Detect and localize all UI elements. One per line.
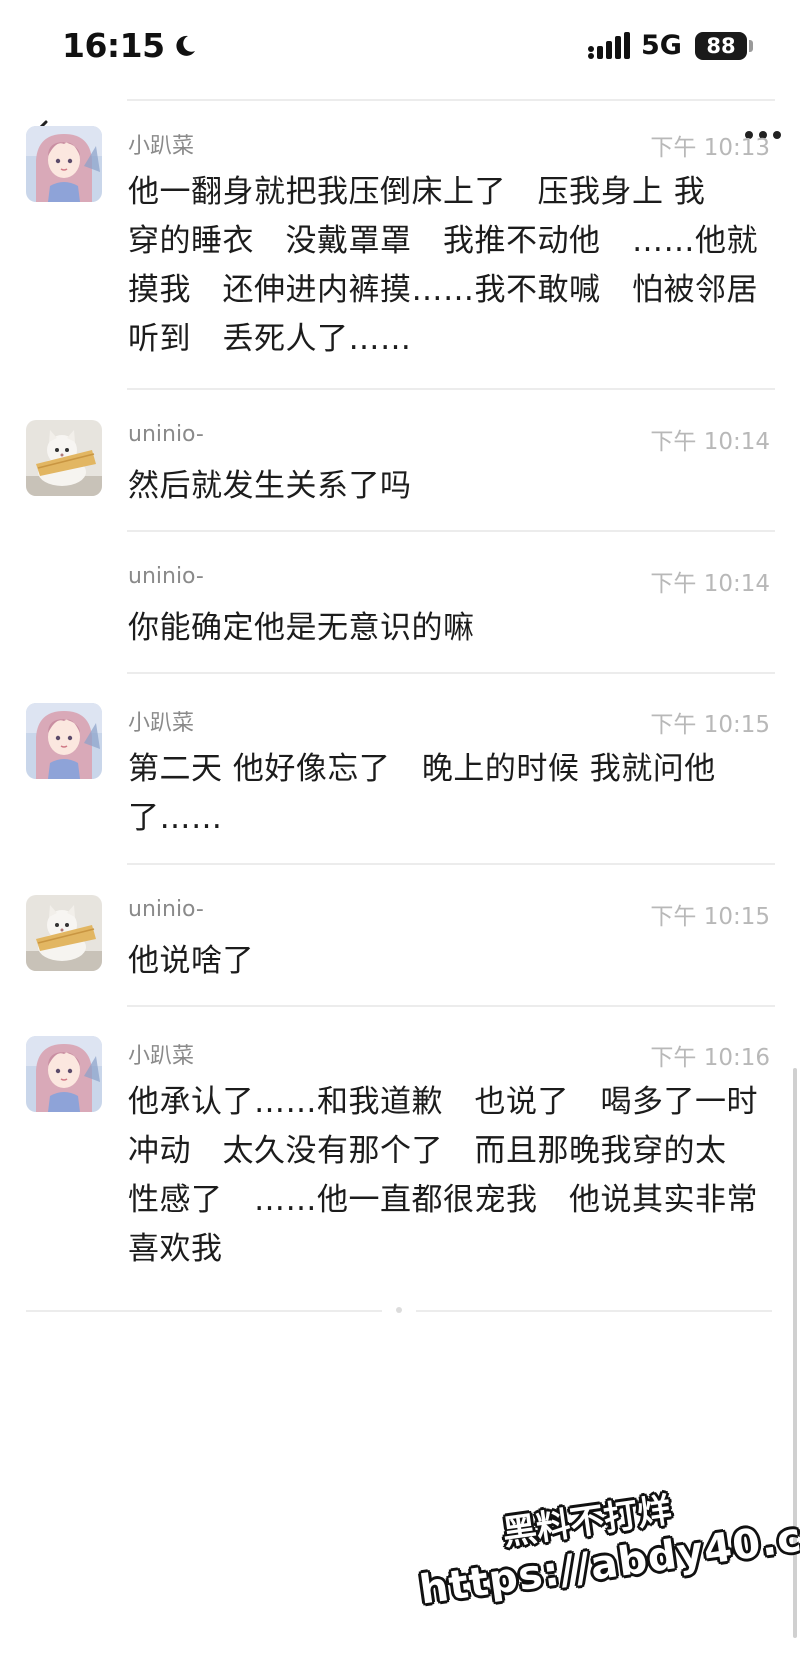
message-text: 然后就发生关系了吗 xyxy=(128,468,412,504)
avatar-girl[interactable] xyxy=(26,703,102,779)
moon-icon xyxy=(175,35,195,56)
message-text: 他一翻身就把我压倒床上了 压我身上 我 穿的睡衣 没戴罩罩 我推不动他 ……他就… xyxy=(128,174,758,357)
status-time-wrap: 16:15 xyxy=(62,26,197,65)
avatar-girl[interactable] xyxy=(26,1036,102,1112)
network-label: 5G xyxy=(641,30,682,61)
message-item[interactable]: 小趴菜 下午 10:15 第二天 他好像忘了 晚上的时候 我就问他 了…… xyxy=(0,703,800,853)
battery-level: 88 xyxy=(706,34,736,58)
message-text: 你能确定他是无意识的嘛 xyxy=(128,610,475,646)
avatar-cat[interactable] xyxy=(26,420,102,496)
sender-name: 小趴菜 xyxy=(128,711,195,736)
message-time: 下午 10:15 xyxy=(650,904,770,930)
bottom-divider-left xyxy=(26,1310,382,1312)
status-time: 16:15 xyxy=(62,26,165,65)
avatar-cat[interactable] xyxy=(26,895,102,971)
message-item[interactable]: uninio- 下午 10:15 他说啥了 xyxy=(0,895,800,995)
message-item[interactable]: uninio- 下午 10:14 你能确定他是无意识的嘛 xyxy=(0,562,800,662)
message-time: 下午 10:16 xyxy=(650,1045,770,1071)
sender-name: uninio- xyxy=(128,422,204,447)
sender-name: uninio- xyxy=(128,564,204,589)
message-text: 第二天 他好像忘了 晚上的时候 我就问他 了…… xyxy=(128,751,716,836)
divider xyxy=(127,672,775,674)
message-time: 下午 10:13 xyxy=(650,135,770,161)
divider xyxy=(127,388,775,390)
status-bar: 16:15 5G 88 xyxy=(0,0,800,95)
message-time: 下午 10:14 xyxy=(650,429,770,455)
signal-icon xyxy=(588,32,630,59)
message-text: 他说啥了 xyxy=(128,943,254,979)
message-time: 下午 10:14 xyxy=(650,571,770,597)
battery-indicator: 88 xyxy=(695,32,747,60)
avatar-girl[interactable] xyxy=(26,126,102,202)
message-item[interactable]: uninio- 下午 10:14 然后就发生关系了吗 xyxy=(0,420,800,520)
sender-name: 小趴菜 xyxy=(128,1044,195,1069)
sender-name: 小趴菜 xyxy=(128,134,195,159)
top-divider xyxy=(127,99,775,101)
message-item[interactable]: 小趴菜 下午 10:16 他承认了……和我道歉 也说了 喝多了一时 冲动 太久没… xyxy=(0,1036,800,1286)
battery-tip xyxy=(749,40,753,52)
sender-name: uninio- xyxy=(128,897,204,922)
divider xyxy=(127,1005,775,1007)
bottom-dot xyxy=(396,1307,402,1313)
message-item[interactable]: 小趴菜 下午 10:13 他一翻身就把我压倒床上了 压我身上 我 穿的睡衣 没戴… xyxy=(0,126,800,376)
divider xyxy=(127,530,775,532)
bottom-divider-right xyxy=(416,1310,772,1312)
message-time: 下午 10:15 xyxy=(650,712,770,738)
divider xyxy=(127,863,775,865)
message-text: 他承认了……和我道歉 也说了 喝多了一时 冲动 太久没有那个了 而且那晚我穿的太… xyxy=(128,1084,758,1267)
